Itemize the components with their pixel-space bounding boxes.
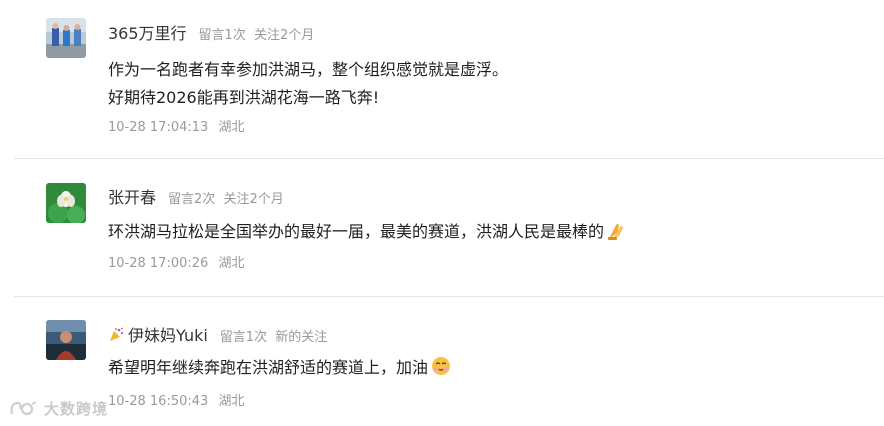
comment-line: 好期待2026能再到洪湖花海一路飞奔! — [108, 88, 380, 107]
party-popper-icon — [108, 327, 124, 347]
avatar[interactable] — [46, 320, 86, 360]
avatar[interactable] — [46, 18, 86, 58]
user-stats: 留言1次 新的关注 — [220, 326, 327, 345]
comment-text: 希望明年继续奔跑在洪湖舒适的赛道上，加油 — [108, 354, 452, 386]
comment-list: 365万里行 留言1次 关注2个月 作为一名跑者有幸参加洪湖马，整个组织感觉就是… — [0, 0, 884, 426]
time-text: 10-28 17:04:13 — [108, 120, 209, 135]
username[interactable]: 伊妹妈Yuki — [108, 322, 208, 347]
message-count: 留言1次 — [219, 330, 268, 345]
comment-line: 希望明年继续奔跑在洪湖舒适的赛道上，加油 — [108, 358, 429, 377]
username-text: 伊妹妈Yuki — [128, 326, 208, 345]
comment-line: 环洪湖马拉松是全国举办的最好一届，最美的赛道，洪湖人民是最棒的 — [108, 222, 605, 241]
comment-text: 环洪湖马拉松是全国举办的最好一届，最美的赛道，洪湖人民是最棒的 — [108, 218, 628, 250]
follow-status: 新的关注 — [275, 330, 328, 345]
follow-duration: 关注2个月 — [223, 192, 284, 207]
username[interactable]: 365万里行 — [108, 20, 187, 44]
avatar[interactable] — [46, 183, 86, 223]
follow-duration: 关注2个月 — [253, 28, 315, 43]
divider — [14, 296, 884, 297]
praying-hands-emoji — [606, 221, 628, 250]
message-count: 留言2次 — [168, 192, 216, 207]
time-text: 10-28 17:00:26 — [108, 256, 209, 271]
message-count: 留言1次 — [198, 28, 246, 43]
comment-timestamp: 10-28 16:50:43 湖北 — [108, 390, 244, 409]
watermark-logo-icon — [10, 400, 37, 415]
watermark-text: 大数跨境 — [44, 400, 109, 418]
avatar-lotus-image — [46, 183, 86, 223]
comment-header: 张开春 留言2次 关注2个月 — [108, 184, 284, 208]
comment-header: 365万里行 留言1次 关注2个月 — [108, 20, 314, 44]
comment-text: 作为一名跑者有幸参加洪湖马，整个组织感觉就是虚浮。 好期待2026能再到洪湖花海… — [108, 56, 508, 112]
comment-header: 伊妹妈Yuki 留言1次 新的关注 — [108, 322, 327, 347]
comment-timestamp: 10-28 17:04:13 湖北 — [108, 116, 244, 135]
user-stats: 留言2次 关注2个月 — [168, 188, 284, 207]
location-text: 湖北 — [218, 256, 245, 271]
avatar-runners-image — [46, 18, 86, 58]
user-stats: 留言1次 关注2个月 — [199, 24, 315, 43]
time-text: 10-28 16:50:43 — [108, 394, 209, 409]
watermark: 大数跨境 — [8, 398, 108, 419]
comment-line: 作为一名跑者有幸参加洪湖马，整个组织感觉就是虚浮。 — [108, 60, 509, 79]
comment-timestamp: 10-28 17:00:26 湖北 — [108, 252, 244, 271]
location-text: 湖北 — [218, 394, 245, 409]
divider — [14, 158, 884, 159]
location-text: 湖北 — [218, 120, 245, 135]
username[interactable]: 张开春 — [108, 184, 156, 208]
smiling-face-emoji — [430, 355, 452, 386]
avatar-portrait-image — [46, 320, 86, 360]
